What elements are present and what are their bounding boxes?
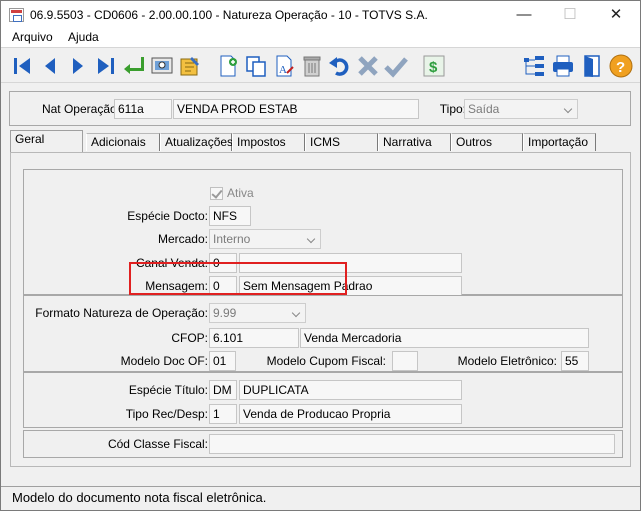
especie-titulo-desc-field[interactable]: DUPLICATA xyxy=(239,380,462,400)
cancel-icon xyxy=(358,56,378,76)
window-title: 06.9.5503 - CD0606 - 2.00.00.100 - Natur… xyxy=(30,8,428,22)
zoom-edit-button[interactable] xyxy=(177,53,203,79)
modelo-cupom-fiscal-field[interactable] xyxy=(392,351,418,371)
formato-natureza-label: Formato Natureza de Operação: xyxy=(35,306,208,320)
print-button[interactable] xyxy=(550,53,576,79)
ativa-checkbox[interactable] xyxy=(210,187,223,200)
zoom-edit-icon xyxy=(180,57,199,76)
menu-arquivo[interactable]: Arquivo xyxy=(12,30,53,44)
minimize-button[interactable]: — xyxy=(501,1,547,29)
confirm-button[interactable] xyxy=(383,53,409,79)
tree-button[interactable] xyxy=(521,53,547,79)
tipo-label: Tipo: xyxy=(439,102,466,116)
formato-natureza-select[interactable]: 9.99 xyxy=(209,303,306,323)
undo-icon xyxy=(329,57,349,76)
cod-classe-fiscal-label: Cód Classe Fiscal: xyxy=(107,437,208,451)
tab-geral[interactable]: Geral xyxy=(10,130,83,152)
help-icon: ? xyxy=(609,54,633,78)
previous-record-button[interactable] xyxy=(37,53,63,79)
svg-text:A: A xyxy=(279,64,287,76)
modelo-eletronico-field[interactable]: 55 xyxy=(561,351,589,371)
copy-icon xyxy=(246,56,266,77)
modelo-eletronico-label: Modelo Eletrônico: xyxy=(457,354,557,368)
classe-fiscal-group: Cód Classe Fiscal: xyxy=(23,430,623,458)
maximize-button[interactable]: ☐ xyxy=(547,1,593,29)
next-record-button[interactable] xyxy=(65,53,91,79)
undo-button[interactable] xyxy=(327,53,353,79)
tab-outros[interactable]: Outros xyxy=(451,133,523,151)
tab-narrativa[interactable]: Narrativa xyxy=(378,133,451,151)
copy-button[interactable] xyxy=(243,53,269,79)
tipo-rec-desp-desc-field[interactable]: Venda de Producao Propria xyxy=(239,404,462,424)
help-button[interactable]: ? xyxy=(608,53,634,79)
exit-button[interactable] xyxy=(579,53,605,79)
next-record-icon xyxy=(73,58,83,74)
tab-impostos[interactable]: Impostos xyxy=(232,133,305,151)
tab-adicionais[interactable]: Adicionais xyxy=(86,133,160,151)
highlight-box xyxy=(129,262,347,295)
svg-text:$: $ xyxy=(429,59,438,76)
money-icon: $ xyxy=(423,55,445,77)
modify-icon: A xyxy=(276,55,294,77)
nat-operacao-label: Nat Operação: xyxy=(41,102,120,116)
tab-importacao[interactable]: Importação xyxy=(523,133,596,151)
cfop-code-field[interactable]: 6.101 xyxy=(209,328,299,348)
mercado-select[interactable]: Interno xyxy=(209,229,321,249)
tab-geral-page: Ativa Espécie Docto: NFS Mercado: Intern… xyxy=(10,152,631,467)
cancel-button[interactable] xyxy=(355,53,381,79)
cod-classe-fiscal-field[interactable] xyxy=(209,434,615,454)
especie-docto-field[interactable]: NFS xyxy=(209,206,251,226)
modelo-doc-of-label: Modelo Doc OF: xyxy=(120,354,208,368)
tipo-rec-desp-code-field[interactable]: 1 xyxy=(209,404,237,424)
app-icon xyxy=(9,8,24,22)
modelo-doc-of-field[interactable]: 01 xyxy=(209,351,236,371)
modelo-cupom-fiscal-label: Modelo Cupom Fiscal: xyxy=(266,354,386,368)
tab-atualizacoes[interactable]: Atualizações xyxy=(160,133,233,151)
print-icon xyxy=(553,55,573,77)
titulo-group: Espécie Título: DM DUPLICATA Tipo Rec/De… xyxy=(23,372,623,428)
especie-titulo-code-field[interactable]: DM xyxy=(209,380,237,400)
delete-icon xyxy=(303,56,321,77)
go-to-icon xyxy=(124,57,144,74)
fiscal-group: Formato Natureza de Operação: 9.99 CFOP:… xyxy=(23,295,623,372)
cfop-label: CFOP: xyxy=(171,331,208,345)
add-icon xyxy=(220,55,237,77)
tipo-select[interactable]: Saída xyxy=(464,99,578,119)
especie-titulo-label: Espécie Título: xyxy=(128,383,208,397)
close-button[interactable]: ✕ xyxy=(593,1,639,29)
delete-button[interactable] xyxy=(299,53,325,79)
header-panel: Nat Operação: 611a VENDA PROD ESTAB Tipo… xyxy=(9,91,631,126)
cfop-desc-field[interactable]: Venda Mercadoria xyxy=(300,328,589,348)
last-record-button[interactable] xyxy=(93,53,119,79)
money-button[interactable]: $ xyxy=(421,53,447,79)
menu-ajuda[interactable]: Ajuda xyxy=(68,30,99,44)
previous-record-icon xyxy=(45,58,55,74)
toolbar: A $ ? xyxy=(1,47,640,83)
tipo-rec-desp-label: Tipo Rec/Desp: xyxy=(125,407,208,421)
svg-text:?: ? xyxy=(616,59,625,76)
search-button[interactable] xyxy=(149,53,175,79)
especie-docto-label: Espécie Docto: xyxy=(127,209,208,223)
nat-operacao-code-field[interactable]: 611a xyxy=(114,99,172,119)
first-record-icon xyxy=(14,58,30,74)
mercado-label: Mercado: xyxy=(157,232,208,246)
tab-icms[interactable]: ICMS xyxy=(305,133,378,151)
go-to-button[interactable] xyxy=(121,53,147,79)
confirm-icon xyxy=(384,57,408,78)
nat-operacao-desc-field[interactable]: VENDA PROD ESTAB xyxy=(173,99,419,119)
status-bar: Modelo do documento nota fiscal eletrôni… xyxy=(1,486,640,510)
application-window: 06.9.5503 - CD0606 - 2.00.00.100 - Natur… xyxy=(0,0,641,511)
tree-icon xyxy=(524,56,544,76)
ativa-label: Ativa xyxy=(227,186,254,200)
menu-bar: Arquivo Ajuda xyxy=(1,29,640,47)
add-button[interactable] xyxy=(215,53,241,79)
exit-icon xyxy=(584,55,600,77)
last-record-icon xyxy=(98,58,114,74)
search-icon xyxy=(151,57,173,74)
title-bar: 06.9.5503 - CD0606 - 2.00.00.100 - Natur… xyxy=(1,1,640,29)
modify-button[interactable]: A xyxy=(271,53,297,79)
first-record-button[interactable] xyxy=(9,53,35,79)
